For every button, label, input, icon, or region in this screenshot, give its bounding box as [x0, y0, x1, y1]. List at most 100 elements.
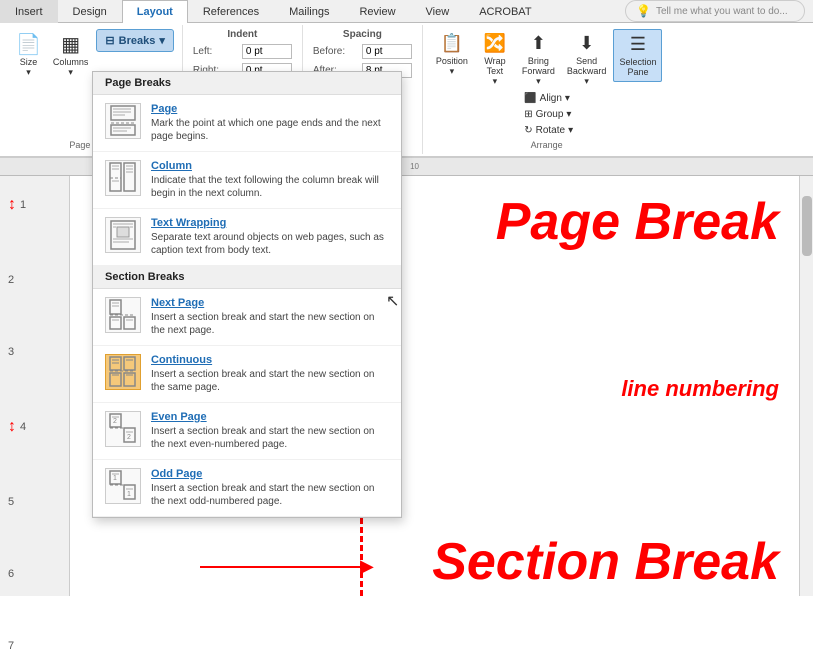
break-page-content: Page Mark the point at which one page en…: [151, 103, 389, 143]
break-nextpage-icon: [105, 297, 141, 333]
line-num-label-3: 3: [8, 346, 14, 358]
break-evenpage-item[interactable]: 2 2 Even Page Insert a section break and…: [93, 403, 401, 460]
scrollbar-thumb[interactable]: [802, 196, 812, 256]
size-label: Size: [20, 57, 38, 67]
tab-mailings[interactable]: Mailings: [274, 0, 344, 23]
break-page-icon: [105, 103, 141, 139]
section-break-arrow-line: [200, 566, 360, 568]
selection-pane-button[interactable]: ☰ Selection Pane: [613, 29, 662, 82]
group-dropdown-icon: ▾: [566, 109, 571, 120]
wrap-text-dropdown-icon: ▾: [493, 76, 498, 87]
break-oddpage-icon: 1 1: [105, 468, 141, 504]
bring-forward-dropdown-icon: ▾: [536, 76, 541, 87]
line-num-label-4: 4: [20, 421, 26, 433]
ribbon: Insert Design Layout References Mailings…: [0, 0, 813, 158]
break-evenpage-content: Even Page Insert a section break and sta…: [151, 411, 389, 451]
group-button[interactable]: ⊞ Group ▾: [520, 107, 577, 122]
indent-left-input[interactable]: [242, 44, 292, 59]
spacing-before-input[interactable]: [362, 44, 412, 59]
break-column-desc: Indicate that the text following the col…: [151, 174, 389, 200]
breaks-dropdown: Page Breaks Page Mark the point at which…: [92, 71, 402, 518]
break-column-title: Column: [151, 160, 389, 172]
breaks-label: Breaks: [119, 35, 156, 47]
bring-forward-icon: ⬆: [531, 33, 546, 54]
break-textwrap-content: Text Wrapping Separate text around objec…: [151, 217, 389, 257]
section-break-arrow: ▶: [200, 556, 374, 577]
wrap-text-button[interactable]: 🔀 Wrap Text ▾: [475, 29, 515, 91]
line-num-label-1: 1: [20, 199, 26, 211]
line-number-1: ↕ 1: [8, 196, 61, 214]
send-backward-label: Send Backward: [567, 56, 607, 76]
selection-pane-icon: ☰: [630, 34, 646, 55]
tab-layout[interactable]: Layout: [122, 0, 188, 23]
arrow-1: ↕: [8, 196, 16, 214]
break-column-item[interactable]: Column Indicate that the text following …: [93, 152, 401, 209]
line-num-label-5: 5: [8, 496, 14, 508]
break-continuous-desc: Insert a section break and start the new…: [151, 368, 389, 394]
columns-button[interactable]: ▦ Columns ▾: [49, 29, 93, 81]
svg-text:1: 1: [127, 491, 131, 498]
spacing-label-top: Spacing: [343, 29, 382, 40]
group-icon: ⊞: [524, 109, 532, 120]
columns-icon: ▦: [61, 32, 80, 57]
align-icon: ⬛: [524, 93, 536, 104]
breaks-icon: ⊟: [105, 34, 114, 47]
line-num-label-6: 6: [8, 568, 14, 580]
break-page-item[interactable]: Page Mark the point at which one page en…: [93, 95, 401, 152]
rotate-button[interactable]: ↻ Rotate ▾: [520, 123, 577, 138]
lightbulb-icon: 💡: [636, 4, 651, 18]
size-icon: 📄: [16, 32, 41, 57]
line-number-4: ↕ 4: [8, 418, 61, 436]
line-number-3: 3: [8, 346, 61, 358]
tab-view[interactable]: View: [411, 0, 465, 23]
break-continuous-title: Continuous: [151, 354, 389, 366]
send-backward-button[interactable]: ⬇ Send Backward ▾: [562, 29, 612, 91]
tab-acrobat[interactable]: ACROBAT: [464, 0, 546, 23]
break-oddpage-item[interactable]: 1 1 Odd Page Insert a section break and …: [93, 460, 401, 517]
size-button[interactable]: 📄 Size ▾: [12, 29, 45, 81]
svg-text:2: 2: [113, 418, 117, 425]
break-nextpage-item[interactable]: Next Page Insert a section break and sta…: [93, 289, 401, 346]
break-continuous-content: Continuous Insert a section break and st…: [151, 354, 389, 394]
breaks-button[interactable]: ⊟ Breaks ▾: [96, 29, 173, 52]
group-label-btn: Group: [536, 109, 564, 120]
svg-text:1: 1: [113, 475, 117, 482]
break-oddpage-desc: Insert a section break and start the new…: [151, 482, 389, 508]
tell-me-bar[interactable]: 💡 Tell me what you want to do...: [625, 0, 805, 22]
break-nextpage-content: Next Page Insert a section break and sta…: [151, 297, 389, 337]
tab-review[interactable]: Review: [344, 0, 410, 23]
section-break-annotation: Section Break: [432, 536, 779, 588]
position-button[interactable]: 📋 Position ▾: [431, 29, 473, 81]
line-numbering-annotation: line numbering: [621, 376, 779, 402]
break-oddpage-content: Odd Page Insert a section break and star…: [151, 468, 389, 508]
section-break-arrowhead: ▶: [360, 556, 374, 577]
columns-dropdown-icon: ▾: [68, 67, 73, 78]
arrange-group: 📋 Position ▾ 🔀 Wrap Text ▾ ⬆ Bring Forwa…: [423, 25, 671, 154]
arrange-buttons: 📋 Position ▾ 🔀 Wrap Text ▾ ⬆ Bring Forwa…: [431, 29, 663, 91]
break-textwrap-icon: [105, 217, 141, 253]
break-column-icon: [105, 160, 141, 196]
tab-design[interactable]: Design: [58, 0, 122, 23]
send-backward-dropdown-icon: ▾: [584, 76, 589, 87]
align-group-buttons: ⬛ Align ▾ ⊞ Group ▾ ↻ Rotate ▾: [520, 91, 577, 138]
break-nextpage-title: Next Page: [151, 297, 389, 309]
line-number-2: 2: [8, 274, 61, 286]
align-button[interactable]: ⬛ Align ▾: [520, 91, 577, 106]
position-label: Position: [436, 56, 468, 66]
wrap-text-label: Wrap Text: [484, 56, 505, 76]
arrange-group-label: Arrange: [531, 138, 563, 150]
break-continuous-item[interactable]: Continuous Insert a section break and st…: [93, 346, 401, 403]
indent-label: Indent: [227, 29, 257, 40]
line-num-label-7: 7: [8, 640, 14, 652]
page-breaks-title: Page Breaks: [93, 72, 401, 95]
tab-references[interactable]: References: [188, 0, 274, 23]
break-page-desc: Mark the point at which one page ends an…: [151, 117, 389, 143]
scrollbar[interactable]: [799, 176, 813, 596]
tab-insert[interactable]: Insert: [0, 0, 58, 23]
mouse-cursor: ↖: [386, 291, 399, 311]
bring-forward-label: Bring Forward: [522, 56, 555, 76]
rotate-icon: ↻: [524, 125, 532, 136]
columns-label: Columns: [53, 57, 89, 67]
bring-forward-button[interactable]: ⬆ Bring Forward ▾: [517, 29, 560, 91]
break-textwrap-item[interactable]: Text Wrapping Separate text around objec…: [93, 209, 401, 266]
